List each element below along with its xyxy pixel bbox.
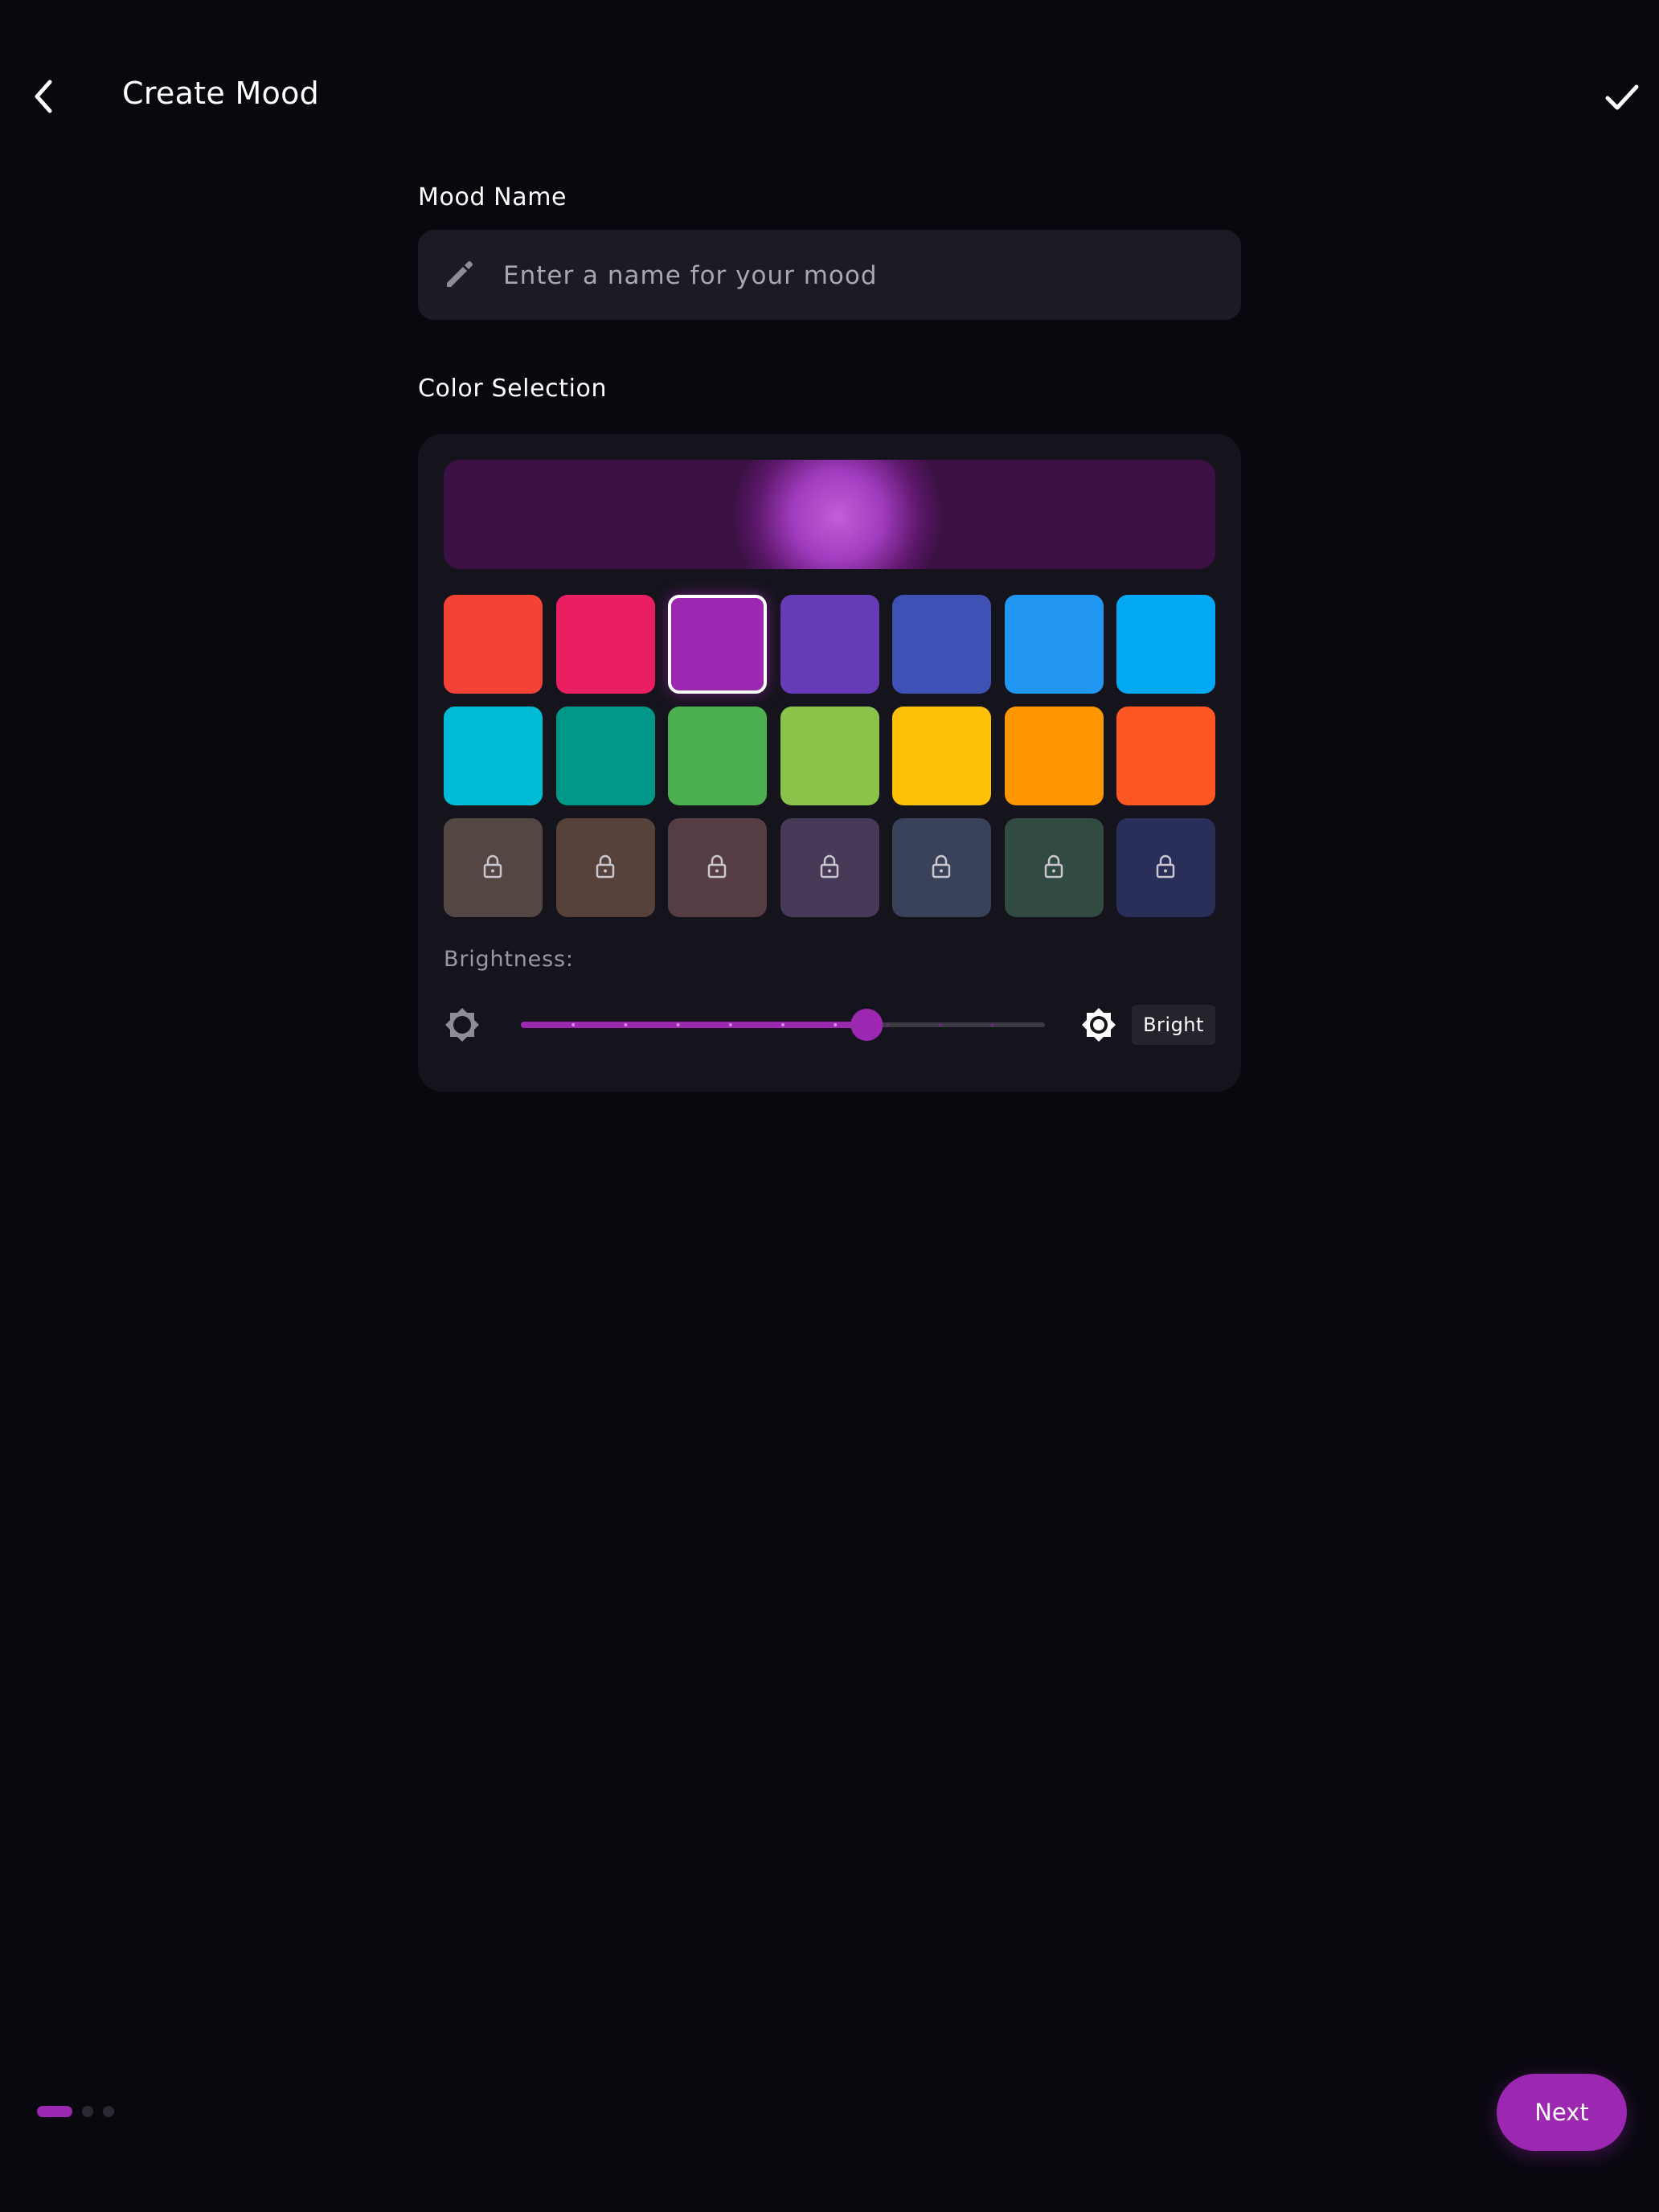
color-swatch[interactable]	[892, 707, 991, 805]
page-indicator-dot	[82, 2106, 93, 2117]
back-button[interactable]	[26, 72, 64, 121]
slider-tick	[938, 1023, 942, 1026]
lock-icon	[1044, 854, 1063, 879]
page-title: Create Mood	[122, 76, 320, 111]
slider-tick	[728, 1023, 732, 1026]
slider-tick	[886, 1023, 890, 1026]
lock-icon	[483, 854, 502, 879]
slider-tick	[624, 1023, 628, 1026]
lock-icon	[707, 854, 727, 879]
mood-name-input[interactable]	[502, 230, 1212, 322]
color-preview-glow	[733, 460, 942, 569]
brightness-low-icon	[445, 1008, 479, 1042]
slider-tick	[676, 1023, 680, 1026]
locked-color-swatch[interactable]	[1116, 818, 1215, 917]
color-swatch[interactable]	[444, 595, 543, 694]
color-swatch[interactable]	[668, 707, 767, 805]
locked-color-swatch[interactable]	[668, 818, 767, 917]
lock-icon	[932, 854, 951, 879]
color-swatch[interactable]	[555, 595, 655, 694]
slider-thumb[interactable]	[850, 1009, 883, 1041]
chevron-left-icon	[35, 80, 52, 113]
brightness-slider[interactable]	[521, 997, 1045, 1053]
locked-color-swatch[interactable]	[780, 818, 879, 917]
confirm-button[interactable]	[1600, 74, 1645, 119]
brightness-label: Brightness:	[444, 947, 574, 972]
pencil-icon	[447, 261, 473, 287]
slider-tick	[990, 1023, 994, 1026]
slider-tick	[834, 1023, 838, 1026]
color-selection-card: Brightness: Bright	[418, 434, 1241, 1092]
checkmark-icon	[1605, 84, 1639, 110]
app-bar: Create Mood	[0, 0, 1659, 193]
lock-icon	[820, 854, 838, 879]
color-preview	[444, 460, 1215, 569]
mood-name-label: Mood Name	[418, 183, 567, 211]
locked-color-swatch[interactable]	[444, 818, 543, 917]
next-button[interactable]: Next	[1497, 2074, 1627, 2151]
slider-tick	[781, 1023, 784, 1026]
color-swatch[interactable]	[780, 595, 879, 694]
lock-icon	[596, 854, 614, 879]
locked-color-swatch[interactable]	[1004, 818, 1104, 917]
color-swatch[interactable]	[1116, 707, 1215, 805]
page-indicator-active	[37, 2106, 72, 2117]
locked-color-swatch[interactable]	[555, 818, 655, 917]
color-swatch[interactable]	[1116, 595, 1215, 694]
mood-name-field[interactable]	[418, 230, 1241, 322]
color-swatch[interactable]	[444, 707, 543, 805]
brightness-high-icon	[1082, 1008, 1116, 1042]
color-swatch[interactable]	[555, 707, 655, 805]
color-swatch[interactable]	[892, 595, 991, 694]
page-indicator-dot	[103, 2106, 114, 2117]
lock-icon	[1156, 854, 1175, 879]
color-selection-label: Color Selection	[418, 375, 608, 403]
color-swatch[interactable]	[1004, 707, 1104, 805]
color-swatch[interactable]	[668, 595, 767, 694]
color-swatch[interactable]	[780, 707, 879, 805]
slider-tick	[571, 1023, 576, 1026]
locked-color-swatch[interactable]	[892, 818, 991, 917]
brightness-level-badge: Bright	[1132, 1005, 1215, 1045]
color-swatch[interactable]	[1004, 595, 1104, 694]
